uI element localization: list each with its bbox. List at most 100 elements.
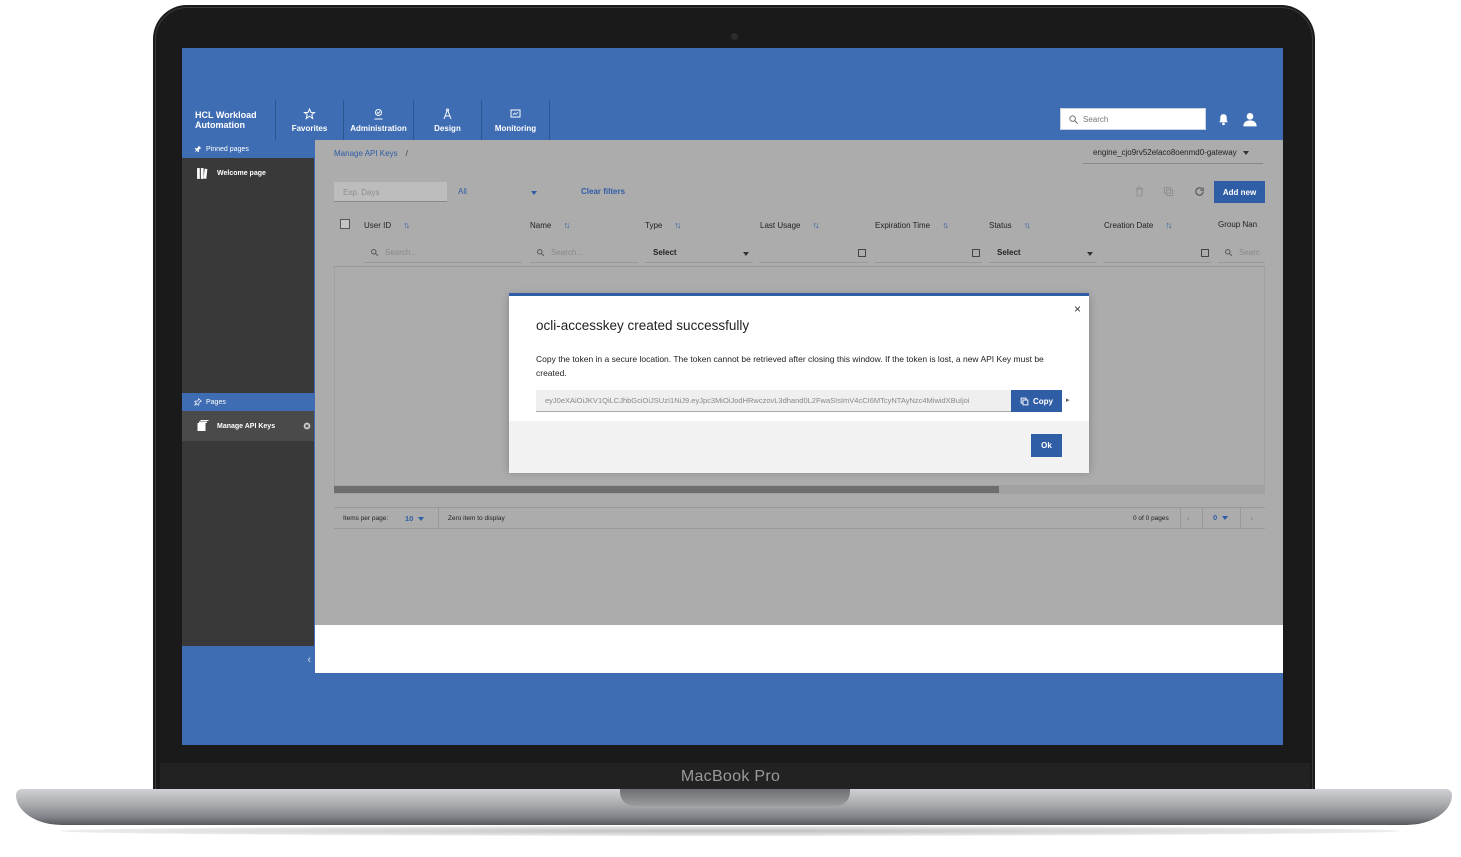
logo-line-2: Automation bbox=[195, 120, 245, 130]
user-icon[interactable] bbox=[1242, 111, 1258, 127]
next-page-icon[interactable]: › bbox=[1250, 513, 1253, 523]
nav-monitoring[interactable]: Monitoring bbox=[481, 100, 550, 140]
page-select[interactable]: 0 bbox=[1213, 513, 1229, 522]
filter-user-id-placeholder: Search... bbox=[385, 248, 418, 257]
filter-group-name[interactable]: Searc bbox=[1218, 243, 1265, 263]
column-status-label: Status bbox=[989, 220, 1012, 230]
nav-design-label: Design bbox=[434, 123, 461, 133]
items-per-page-label: Items per page: bbox=[343, 515, 389, 522]
pinned-pages-title: Pinned pages bbox=[206, 145, 249, 153]
star-icon bbox=[303, 107, 316, 120]
filter-expiration-time[interactable]: Select Date bbox=[875, 243, 982, 263]
welcome-page-icon bbox=[197, 167, 208, 179]
table-header: User ID ↑↓ Name ↑↓ Type ↑↓ Last Usage ↑↓ Exp… bbox=[334, 210, 1265, 267]
chevron-down-icon bbox=[1222, 516, 1229, 521]
sidebar-item-welcome-page[interactable]: Welcome page bbox=[182, 158, 314, 188]
sort-icon[interactable]: ↑↓ bbox=[403, 220, 410, 230]
filter-last-usage-placeholder: Select Date bbox=[764, 249, 790, 256]
scrollbar-thumb[interactable] bbox=[334, 486, 999, 493]
prev-page-icon[interactable]: ‹ bbox=[1187, 513, 1190, 523]
add-new-button[interactable]: Add new bbox=[1214, 181, 1265, 203]
column-name[interactable]: Name ↑↓ bbox=[530, 220, 570, 230]
filter-name-placeholder: Search... bbox=[551, 248, 584, 257]
app-logo[interactable]: HCL Workload Automation bbox=[195, 110, 275, 130]
search-icon bbox=[537, 249, 545, 257]
refresh-icon[interactable] bbox=[1194, 186, 1205, 197]
collapse-chevron-icon[interactable]: ‹ bbox=[307, 654, 311, 666]
column-last-usage[interactable]: Last Usage ↑↓ bbox=[760, 220, 819, 230]
horizontal-scrollbar[interactable] bbox=[334, 485, 1265, 494]
sort-icon[interactable]: ↑↓ bbox=[674, 220, 681, 230]
dialog-title: ocli-accesskey created successfully bbox=[536, 318, 750, 333]
breadcrumb-separator: / bbox=[405, 149, 408, 158]
sort-icon[interactable]: ↑↓ bbox=[942, 220, 949, 230]
laptop-brand-label: MacBook Pro bbox=[680, 768, 781, 785]
global-search-input[interactable] bbox=[1083, 112, 1198, 127]
chevron-down-icon bbox=[418, 517, 425, 522]
nav-design[interactable]: Design bbox=[413, 100, 481, 140]
engine-selector[interactable]: engine_cjo9rv52elaco8oenmd0-gateway bbox=[1083, 142, 1263, 164]
dialog-message: Copy the token in a secure location. The… bbox=[536, 354, 1044, 378]
ok-button[interactable]: Ok bbox=[1031, 434, 1062, 457]
token-row: Copy bbox=[536, 390, 1062, 412]
items-per-page-select[interactable]: 10 bbox=[405, 514, 425, 523]
calendar-icon[interactable] bbox=[858, 249, 866, 257]
search-icon bbox=[1225, 249, 1233, 257]
duplicate-icon[interactable] bbox=[1163, 186, 1174, 197]
filter-type[interactable]: Select bbox=[645, 243, 753, 263]
sidebar-item-manage-api-keys[interactable]: Manage API Keys bbox=[182, 411, 314, 441]
sidebar: Pinned pages Welcome page Pages Manage A… bbox=[182, 140, 314, 646]
column-type[interactable]: Type ↑↓ bbox=[645, 220, 681, 230]
pager-divider bbox=[1202, 508, 1203, 529]
breadcrumb-link[interactable]: Manage API Keys bbox=[334, 149, 398, 158]
logo-line-1: HCL Workload bbox=[195, 110, 257, 120]
column-group-name[interactable]: Group Nan bbox=[1218, 220, 1257, 229]
filter-user-id[interactable]: Search... bbox=[364, 243, 522, 263]
chevron-down-icon bbox=[743, 252, 749, 256]
filter-status[interactable]: Select bbox=[989, 243, 1097, 263]
sort-icon[interactable]: ↑↓ bbox=[1165, 220, 1172, 230]
nav-favorites[interactable]: Favorites bbox=[275, 100, 343, 140]
laptop-notch bbox=[620, 789, 850, 806]
pinned-pages-header: Pinned pages bbox=[182, 140, 314, 158]
pin-outline-icon bbox=[194, 398, 202, 406]
breadcrumb: Manage API Keys / bbox=[334, 149, 408, 158]
sort-icon[interactable]: ↑↓ bbox=[812, 220, 819, 230]
filter-last-usage[interactable]: Select Date bbox=[760, 243, 868, 263]
clear-filters-link[interactable]: Clear filters bbox=[581, 187, 625, 196]
token-field[interactable] bbox=[536, 390, 1011, 412]
search-icon bbox=[1069, 115, 1078, 124]
column-creation-date[interactable]: Creation Date ↑↓ bbox=[1104, 220, 1172, 230]
global-search[interactable] bbox=[1060, 108, 1206, 130]
column-expiration-time[interactable]: Expiration Time ↑↓ bbox=[875, 220, 949, 230]
sort-icon[interactable]: ↑↓ bbox=[563, 220, 570, 230]
status-all-dropdown[interactable]: All bbox=[456, 182, 541, 202]
mouse-cursor-icon: ▸ bbox=[1066, 397, 1070, 404]
sort-icon[interactable]: ↑↓ bbox=[1024, 220, 1031, 230]
filter-creation-date[interactable]: Select Date bbox=[1104, 243, 1211, 263]
close-circle-icon[interactable] bbox=[303, 422, 311, 430]
exp-days-filter[interactable]: Exp. Days bbox=[334, 182, 447, 202]
nav-monitoring-label: Monitoring bbox=[494, 123, 537, 133]
bell-icon[interactable] bbox=[1217, 112, 1230, 127]
delete-icon[interactable] bbox=[1134, 186, 1145, 197]
dialog-footer: Ok bbox=[509, 421, 1089, 473]
calendar-icon[interactable] bbox=[1201, 249, 1209, 257]
status-all-value: All bbox=[458, 187, 467, 196]
column-user-id[interactable]: User ID ↑↓ bbox=[364, 220, 410, 230]
page-count-text: 0 of 0 pages bbox=[1133, 515, 1169, 522]
column-status[interactable]: Status ↑↓ bbox=[989, 220, 1031, 230]
content-footer-area bbox=[315, 625, 1283, 673]
laptop-shadow bbox=[60, 826, 1400, 836]
filter-name[interactable]: Search... bbox=[530, 243, 638, 263]
item-count-text: Zero item to display bbox=[448, 515, 505, 522]
compass-icon bbox=[443, 108, 452, 119]
copy-button[interactable]: Copy bbox=[1011, 390, 1062, 412]
close-icon[interactable]: × bbox=[1074, 302, 1081, 316]
pages-icon bbox=[197, 420, 209, 431]
nav-administration[interactable]: Administration bbox=[343, 100, 413, 140]
pin-icon bbox=[194, 145, 202, 153]
calendar-icon[interactable] bbox=[972, 249, 980, 257]
select-all-checkbox[interactable] bbox=[340, 219, 350, 229]
api-key-created-dialog: × ocli-accesskey created successfully Co… bbox=[509, 293, 1089, 473]
